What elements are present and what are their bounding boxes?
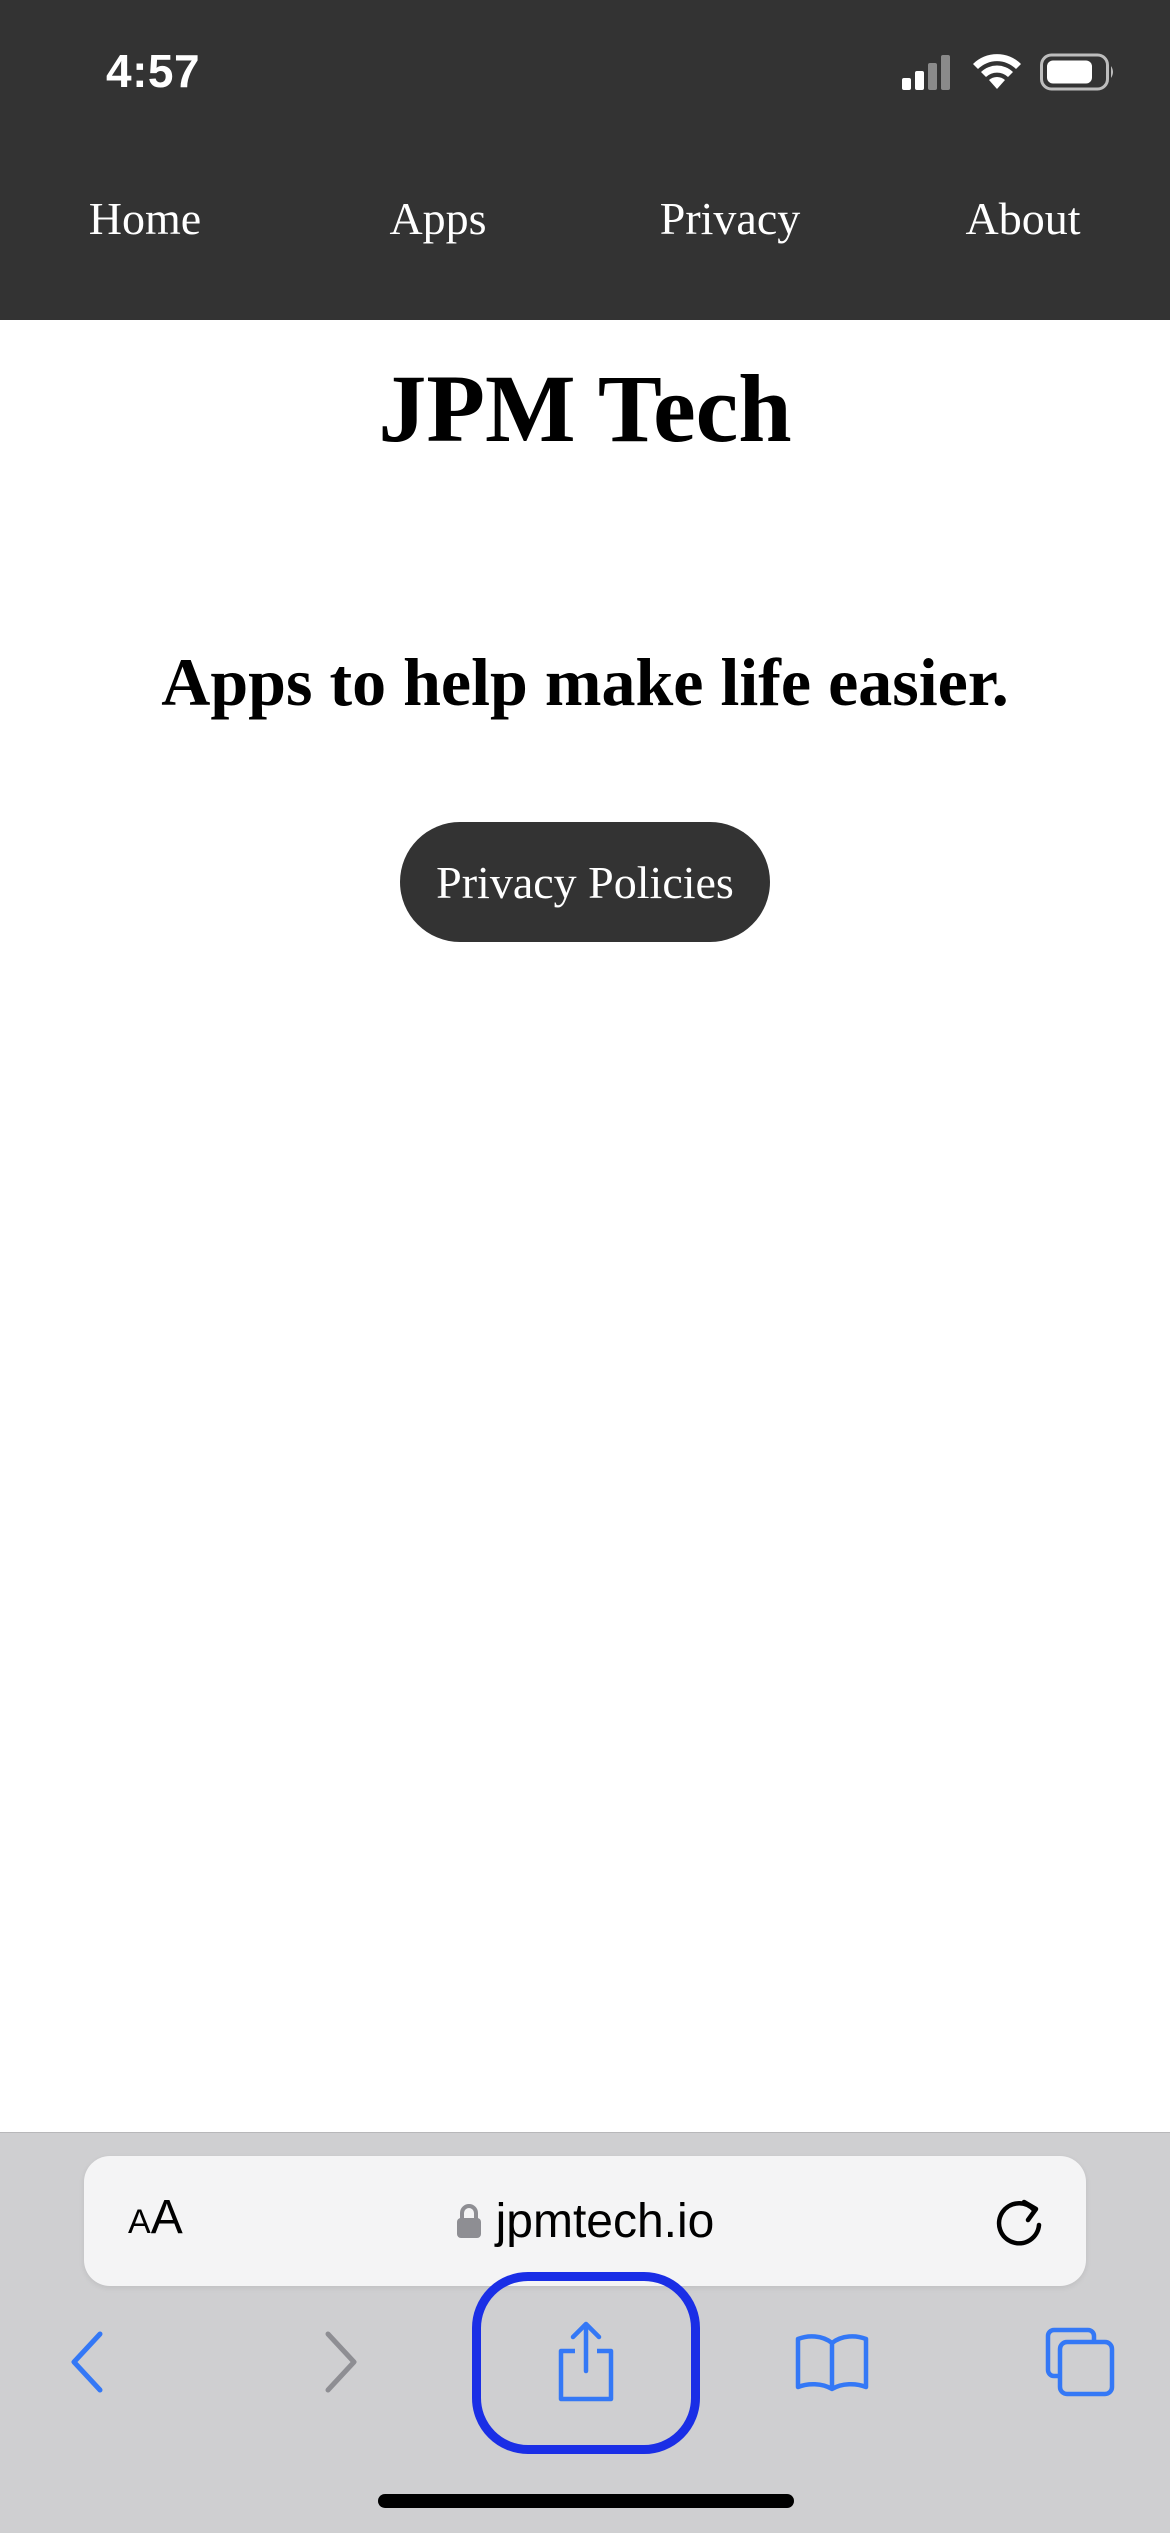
reload-icon[interactable] [990, 2192, 1048, 2250]
nav-about-link[interactable]: About [966, 192, 1081, 245]
privacy-policies-button[interactable]: Privacy Policies [400, 822, 770, 942]
forward-icon [325, 2331, 357, 2393]
address-bar[interactable]: A A jpmtech.io [84, 2156, 1086, 2286]
nav-privacy-link[interactable]: Privacy [660, 192, 801, 245]
status-icons [902, 50, 1116, 94]
text-size-large-glyph: A [150, 2191, 183, 2244]
main-nav: Home Apps Privacy About [0, 192, 1170, 272]
site-title: JPM Tech [378, 355, 792, 462]
url-text[interactable]: jpmtech.io [496, 2194, 715, 2249]
back-icon [71, 2331, 103, 2393]
tabs-button[interactable] [1030, 2322, 1130, 2402]
bookmarks-icon [795, 2334, 869, 2392]
tagline: Apps to help make life easier. [161, 644, 1009, 720]
share-button[interactable] [536, 2321, 636, 2402]
tabs-icon [1045, 2327, 1115, 2397]
back-button[interactable] [38, 2322, 138, 2402]
home-indicator [378, 2494, 794, 2508]
url-display: jpmtech.io [84, 2156, 1086, 2286]
site-header: 4:57 Home Apps Privacy About [0, 0, 1170, 320]
text-size-small-glyph: A [128, 2203, 151, 2241]
wifi-icon [973, 54, 1021, 89]
lock-icon [456, 2204, 481, 2238]
bookmarks-button[interactable] [782, 2322, 882, 2402]
battery-icon [1040, 53, 1113, 91]
forward-button[interactable] [290, 2322, 390, 2402]
share-icon [558, 2321, 614, 2402]
text-size-button[interactable]: A A [128, 2190, 183, 2245]
nav-apps-link[interactable]: Apps [389, 192, 486, 245]
status-time: 4:57 [106, 45, 201, 97]
cellular-signal-icon [902, 55, 950, 90]
nav-home-link[interactable]: Home [89, 192, 201, 245]
